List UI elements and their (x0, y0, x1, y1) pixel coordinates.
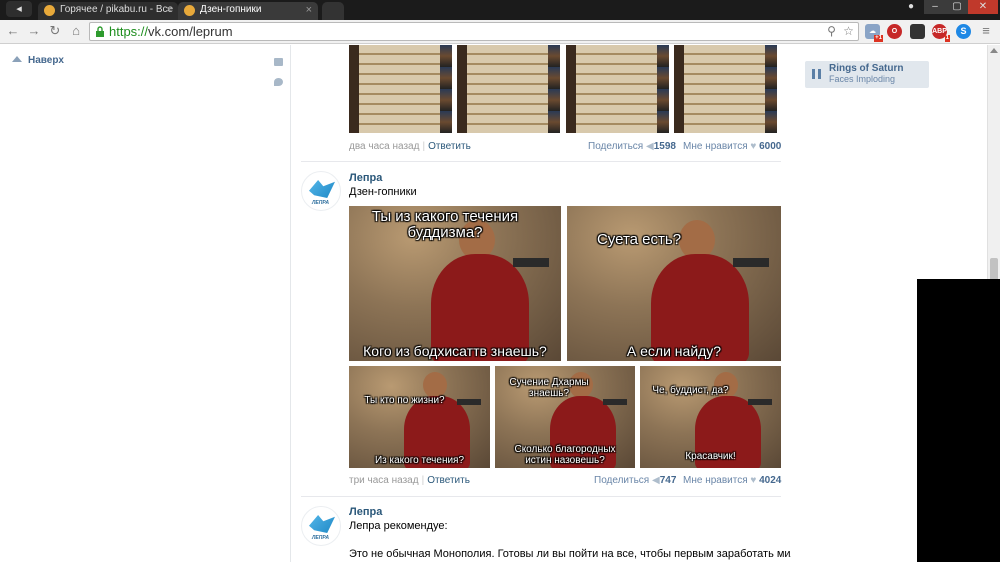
pikabu-favicon-icon (44, 5, 55, 16)
skype-icon[interactable]: S (956, 24, 971, 39)
back-to-top-link[interactable]: Наверх (12, 55, 64, 66)
opera-ext-icon[interactable]: O (887, 24, 902, 39)
bookmark-star-icon[interactable]: ☆ (841, 24, 856, 39)
meme-caption-bottom: А если найду? (626, 343, 722, 360)
meme-caption-bottom: Из какого течения? (374, 454, 465, 466)
left-column: Наверх (0, 45, 291, 562)
photo-thumbnail[interactable] (457, 45, 560, 133)
user-icon[interactable]: ● (900, 0, 922, 14)
forward-icon[interactable]: → (26, 23, 42, 39)
megaphone-icon: ◀ (652, 475, 660, 486)
heart-icon: ♥ (750, 475, 757, 486)
avatar[interactable]: ЛЕПРА (301, 506, 341, 546)
post-footer: два часа назад | Ответить (349, 141, 471, 152)
tab-dzen-gopniki[interactable]: Дзен-гопники × (178, 2, 318, 20)
meme-caption-top: Че, буддист, да? (652, 385, 729, 396)
post-footer: три часа назад | Ответить (349, 475, 470, 486)
meme-image[interactable]: Че, буддист, да? Красавчик! (640, 366, 781, 468)
post-body: Это не обычная Монополия. Готовы ли вы п… (349, 548, 791, 560)
post-time[interactable]: два часа назад (349, 141, 419, 152)
photo-thumbnail[interactable] (566, 45, 669, 133)
scroll-up-icon[interactable] (990, 48, 998, 53)
like-button[interactable]: Мне нравится ♥ 6000 (683, 141, 781, 152)
post-text: Лепра рекомендуе: (349, 520, 448, 532)
menu-icon[interactable]: ≡ (978, 23, 994, 39)
address-bar[interactable]: https://vk.com/leprum ⚲ ☆ (89, 22, 859, 41)
photo-thumbnail[interactable] (349, 45, 452, 133)
weather-ext-icon[interactable]: ☁ +1 (865, 24, 883, 42)
post-divider (301, 496, 781, 497)
url-text: https://vk.com/leprum (109, 24, 233, 39)
browser-toolbar: ← → ↻ ⌂ https://vk.com/leprum ⚲ ☆ ☁ +1 O … (0, 20, 1000, 44)
meme-caption-top: Суета есть? (596, 231, 682, 248)
tab-title: Горячее / pikabu.ru - Все (60, 4, 174, 15)
wall-feed: два часа назад | Ответить Поделиться ◀1598… (291, 45, 791, 562)
home-icon[interactable]: ⌂ (68, 23, 84, 39)
comment-icon[interactable] (274, 78, 283, 86)
gun-icon (603, 399, 627, 405)
share-button[interactable]: Поделиться ◀1598 (588, 141, 676, 152)
pikabu-favicon-icon (184, 5, 195, 16)
adblock-plus-icon[interactable]: ABP 1 (932, 24, 950, 42)
mail-icon[interactable] (274, 58, 283, 66)
tab-pikabu[interactable]: Горячее / pikabu.ru - Все × (38, 2, 178, 20)
post-text: Дзен-гопники (349, 186, 417, 198)
lock-icon (96, 26, 104, 37)
reload-icon[interactable]: ↻ (47, 23, 63, 39)
meme-caption-bottom: Сколько благородных истин назовешь? (514, 444, 616, 466)
meme-caption-bottom: Красавчик! (685, 450, 736, 462)
close-tab-icon[interactable]: × (306, 2, 312, 18)
meme-caption-bottom: Кого из бодхисаттв знаешь? (363, 343, 547, 360)
meme-caption-top: Ты из какого течения буддизма? (371, 208, 519, 241)
meme-caption-top: Сучение Дхармы знаешь? (509, 377, 589, 399)
meme-image[interactable]: Ты кто по жизни? Из какого течения? (349, 366, 490, 468)
post-divider (301, 161, 781, 162)
avatar[interactable]: ЛЕПРА (301, 171, 341, 211)
close-window-icon[interactable]: ✕ (968, 0, 998, 14)
meme-image[interactable]: Суета есть? А если найду? (567, 206, 781, 361)
gun-icon (733, 258, 769, 267)
browser-tab-strip: ◂ Горячее / pikabu.ru - Все × Дзен-гопни… (0, 0, 1000, 20)
post-author-link[interactable]: Лепра (349, 172, 382, 184)
new-tab-button[interactable] (322, 2, 344, 20)
back-icon[interactable]: ← (5, 23, 21, 39)
close-tab-icon[interactable]: × (166, 2, 172, 18)
reply-link[interactable]: Ответить (428, 141, 471, 152)
reply-link[interactable]: Ответить (427, 475, 470, 486)
audio-player[interactable]: Rings of Saturn Faces Imploding (805, 61, 929, 88)
lepra-logo-icon (309, 180, 335, 198)
arrow-up-icon (12, 56, 22, 62)
share-button[interactable]: Поделиться ◀747 (594, 475, 676, 486)
megaphone-icon: ◀ (646, 141, 654, 152)
track-title: Rings of Saturn (829, 63, 904, 74)
gun-icon (748, 399, 772, 405)
track-artist: Faces Imploding (829, 74, 896, 84)
like-button[interactable]: Мне нравится ♥ 4024 (683, 475, 781, 486)
minimize-icon[interactable]: – (924, 0, 946, 14)
meme-image[interactable]: Ты из какого течения буддизма? Кого из б… (349, 206, 561, 361)
meme-image[interactable]: Сучение Дхармы знаешь? Сколько благородн… (495, 366, 635, 468)
dark-ext-icon[interactable] (910, 24, 925, 39)
post-author-link[interactable]: Лепра (349, 506, 382, 518)
lepra-logo-icon (309, 515, 335, 533)
photo-thumbnail[interactable] (674, 45, 777, 133)
maximize-icon[interactable]: ▢ (946, 0, 968, 14)
heart-icon: ♥ (750, 141, 757, 152)
meme-caption-top: Ты кто по жизни? (364, 395, 445, 406)
black-overlay (917, 279, 1000, 562)
pause-icon[interactable] (812, 69, 821, 79)
back-history-icon[interactable]: ◂ (6, 1, 32, 17)
search-icon[interactable]: ⚲ (824, 24, 839, 39)
post-time[interactable]: три часа назад (349, 475, 419, 486)
tab-title: Дзен-гопники (200, 4, 262, 15)
gun-icon (513, 258, 549, 267)
